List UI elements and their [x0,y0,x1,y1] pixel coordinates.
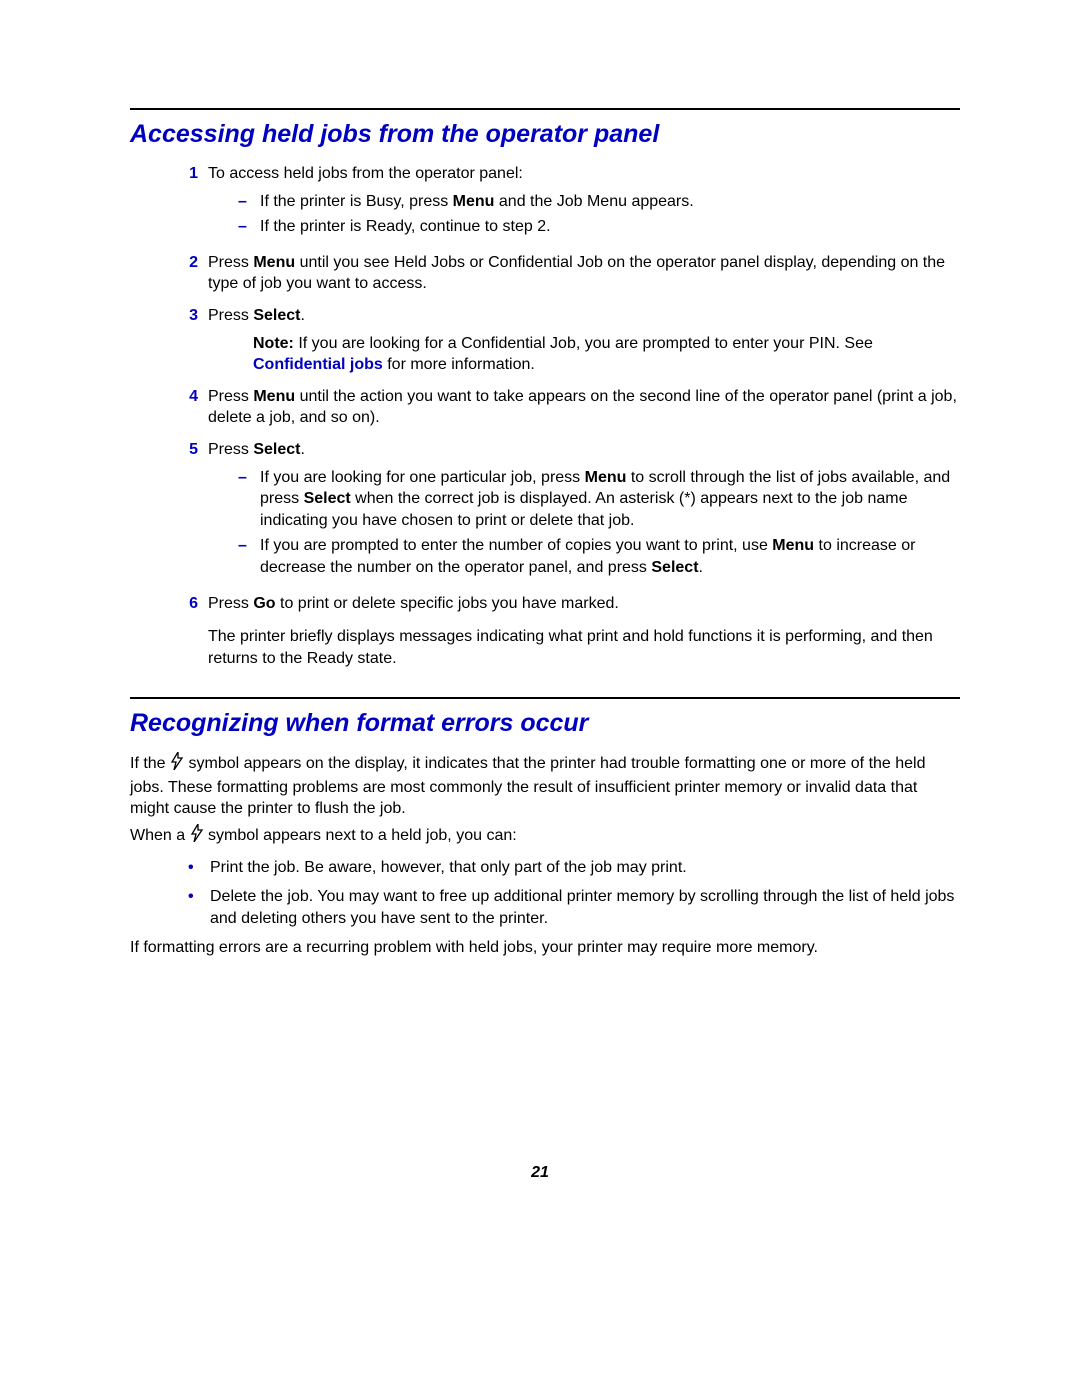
note-block: Note: If you are looking for a Confident… [238,333,960,376]
sub-list: – If the printer is Busy, press Menu and… [208,191,960,238]
dash-icon: – [238,467,260,532]
dash-icon: – [238,535,260,578]
list-number: 4 [160,386,208,429]
lightning-icon [190,824,204,849]
list-number: 6 [160,593,208,670]
list-text: To access held jobs from the operator pa… [208,165,523,182]
bullet-item: • Delete the job. You may want to free u… [188,886,960,929]
sub-list-item: – If you are looking for one particular … [238,467,960,532]
section-heading-1: Accessing held jobs from the operator pa… [130,120,960,149]
sub-list-item: – If the printer is Busy, press Menu and… [238,191,960,213]
bullet-icon: • [188,857,210,879]
sub-list: – If you are looking for one particular … [208,467,960,579]
body-paragraph: When a symbol appears next to a held job… [130,824,960,849]
sub-list-item: – If the printer is Ready, continue to s… [238,216,960,238]
dash-icon: – [238,191,260,213]
page-number: 21 [0,1164,1080,1182]
link-confidential-jobs[interactable]: Confidential jobs [253,356,383,373]
section-divider [130,697,960,699]
tail-paragraph: The printer briefly displays messages in… [208,626,960,669]
document-page: Accessing held jobs from the operator pa… [0,0,1080,959]
sub-list-item: – If you are prompted to enter the numbe… [238,535,960,578]
body-paragraph: If the symbol appears on the display, it… [130,752,960,820]
list-item: 2 Press Menu until you see Held Jobs or … [160,252,960,295]
bullet-icon: • [188,886,210,929]
list-item: 5 Press Select. – If you are looking for… [160,439,960,583]
list-item: 6 Press Go to print or delete specific j… [160,593,960,670]
dash-icon: – [238,216,260,238]
body-paragraph: If formatting errors are a recurring pro… [130,937,960,959]
section-divider [130,108,960,110]
list-item: 1 To access held jobs from the operator … [160,163,960,242]
list-item: 4 Press Menu until the action you want t… [160,386,960,429]
list-number: 3 [160,305,208,376]
numbered-list: 1 To access held jobs from the operator … [160,163,960,669]
bullet-item: • Print the job. Be aware, however, that… [188,857,960,879]
list-number: 1 [160,163,208,242]
list-item: 3 Press Select. Note: If you are looking… [160,305,960,376]
section-heading-2: Recognizing when format errors occur [130,709,960,738]
list-number: 5 [160,439,208,583]
list-number: 2 [160,252,208,295]
lightning-icon [170,752,184,777]
bullet-list: • Print the job. Be aware, however, that… [130,857,960,930]
